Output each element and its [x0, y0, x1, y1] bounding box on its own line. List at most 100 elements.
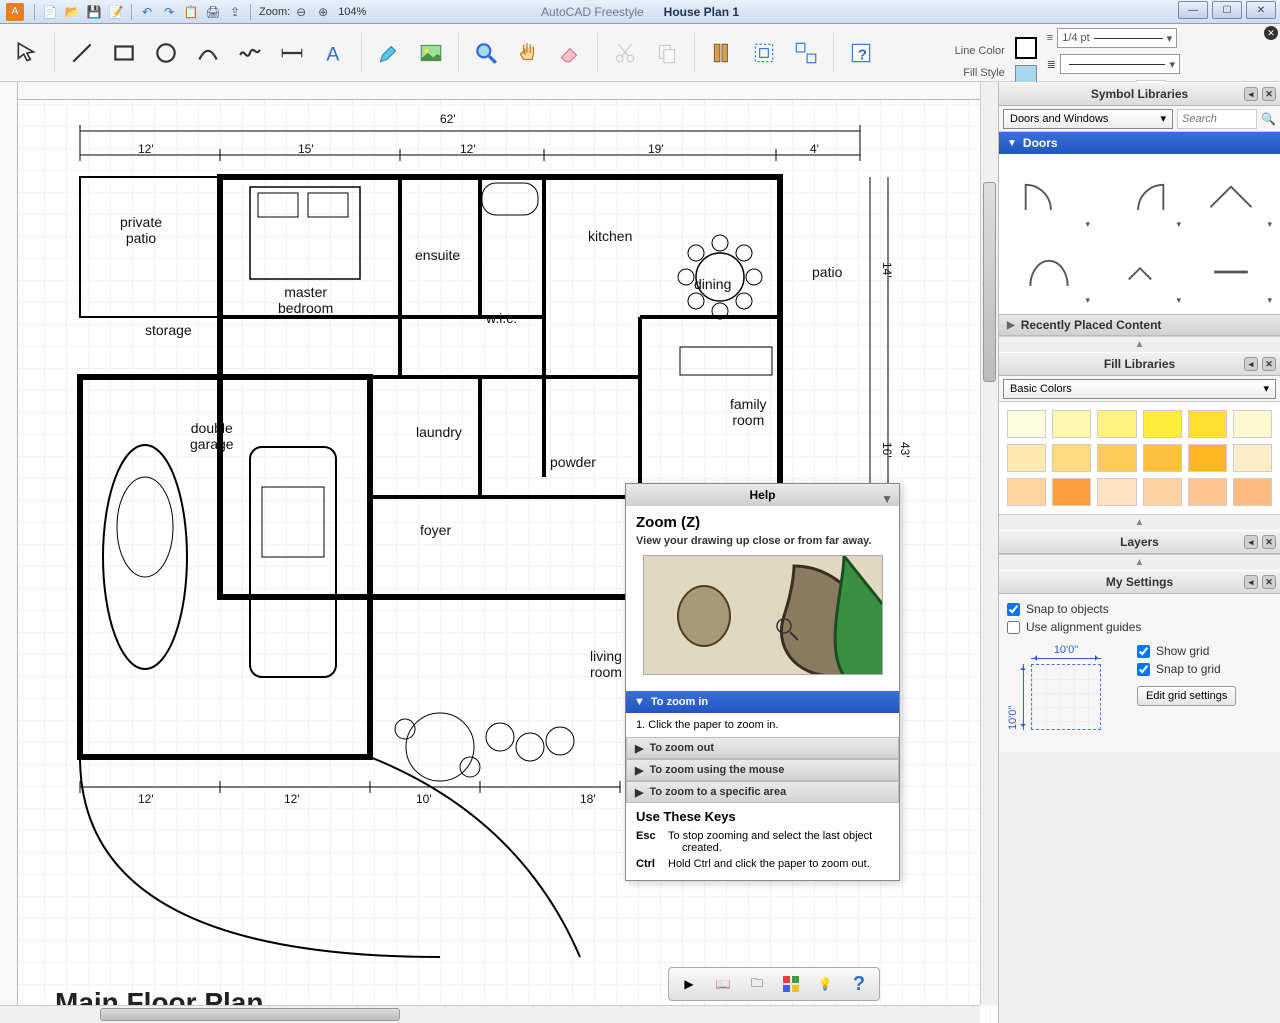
redo-icon[interactable]: ↷ — [160, 3, 178, 21]
rectangle-tool[interactable] — [105, 31, 143, 75]
panel-prev-icon-2[interactable]: ◂ — [1244, 357, 1258, 371]
bottom-bulb-icon[interactable]: 💡 — [813, 972, 837, 996]
maximize-button[interactable]: ☐ — [1212, 1, 1242, 19]
help-title-bar[interactable]: Help▼ — [626, 484, 899, 506]
door-symbol-3[interactable]: ▾ — [1185, 158, 1276, 234]
fill-swatch[interactable] — [1007, 410, 1046, 438]
pan-tool[interactable] — [509, 31, 547, 75]
scrollbar-vertical[interactable] — [980, 82, 998, 1005]
panel-prev-icon[interactable]: ◂ — [1244, 87, 1258, 101]
panel-close-icon[interactable]: ✕ — [1264, 26, 1278, 40]
ungroup-tool[interactable] — [787, 31, 825, 75]
dim-seg-5: 4' — [810, 142, 819, 156]
panel-prev-icon-4[interactable]: ◂ — [1244, 575, 1258, 589]
fill-swatch[interactable] — [1233, 444, 1272, 472]
new-file-icon[interactable]: 📄 — [41, 3, 59, 21]
fill-swatch[interactable] — [1188, 444, 1227, 472]
text-tool[interactable]: A — [315, 31, 353, 75]
fill-swatch[interactable] — [1097, 444, 1136, 472]
fill-swatch[interactable] — [1143, 478, 1182, 506]
select-tool[interactable] — [8, 31, 46, 75]
panel-close-icon-3[interactable]: ✕ — [1262, 535, 1276, 549]
door-symbol-2[interactable]: ▾ — [1094, 158, 1185, 234]
symbol-search-input[interactable] — [1177, 109, 1257, 129]
save-icon[interactable]: 💾 — [85, 3, 103, 21]
export-icon[interactable]: ⇪ — [226, 3, 244, 21]
fill-category-select[interactable]: Basic Colors▾ — [1003, 379, 1276, 399]
door-symbol-1[interactable]: ▾ — [1003, 158, 1094, 234]
panel-close-icon-4[interactable]: ✕ — [1262, 575, 1276, 589]
collapse-up-2[interactable]: ▲ — [999, 514, 1280, 530]
panel-close-icon-2[interactable]: ✕ — [1262, 357, 1276, 371]
fill-swatch[interactable] — [1052, 444, 1091, 472]
image-tool[interactable] — [412, 31, 450, 75]
bottom-book-icon[interactable]: 📖 — [711, 972, 735, 996]
panel-prev-icon-3[interactable]: ◂ — [1244, 535, 1258, 549]
collapse-up-1[interactable]: ▲ — [999, 336, 1280, 352]
help-section-zoom-in[interactable]: ▼To zoom in — [626, 691, 899, 713]
bottom-folder-icon[interactable]: 🗀 — [745, 972, 769, 996]
edit-grid-button[interactable]: Edit grid settings — [1137, 686, 1236, 706]
close-button[interactable]: ✕ — [1246, 1, 1276, 19]
fill-swatch[interactable] — [1188, 478, 1227, 506]
door-symbol-6[interactable]: ▾ — [1185, 234, 1276, 310]
help-tool[interactable]: ? — [842, 31, 880, 75]
help-collapse-icon[interactable]: ▼ — [881, 488, 893, 510]
undo-icon[interactable]: ↶ — [138, 3, 156, 21]
collapse-up-3[interactable]: ▲ — [999, 554, 1280, 570]
snap-objects-checkbox[interactable]: Snap to objects — [1007, 602, 1272, 616]
fill-swatch[interactable] — [1188, 410, 1227, 438]
fill-swatch[interactable] — [1143, 410, 1182, 438]
fill-swatch[interactable] — [1233, 410, 1272, 438]
symbol-category-select[interactable]: Doors and Windows▾ — [1003, 109, 1173, 129]
fill-swatch[interactable] — [1052, 410, 1091, 438]
fill-swatch[interactable] — [1097, 410, 1136, 438]
fill-swatch[interactable] — [1007, 478, 1046, 506]
fill-swatch[interactable] — [1052, 478, 1091, 506]
scrollbar-horizontal[interactable] — [0, 1005, 980, 1023]
help-section-zoom-out[interactable]: ▶To zoom out — [626, 737, 899, 759]
door-symbol-4[interactable]: ▾ — [1003, 234, 1094, 310]
bottom-help-icon[interactable]: ? — [847, 972, 871, 996]
fill-swatch[interactable] — [1097, 478, 1136, 506]
paint-tool[interactable] — [370, 31, 408, 75]
search-icon[interactable]: 🔍 — [1261, 112, 1276, 126]
help-section-zoom-mouse[interactable]: ▶To zoom using the mouse — [626, 759, 899, 781]
zoom-tool[interactable] — [467, 31, 505, 75]
panel-close-icon[interactable]: ✕ — [1262, 87, 1276, 101]
line-weight-select[interactable]: 1/4 pt▾ — [1057, 28, 1177, 48]
alignment-guides-checkbox[interactable]: Use alignment guides — [1007, 620, 1272, 634]
sidebar: Symbol Libraries ◂✕ Doors and Windows▾ 🔍… — [998, 82, 1280, 1023]
line-style-select[interactable]: ▾ — [1060, 54, 1180, 74]
zoom-out-icon[interactable]: ⊖ — [292, 3, 310, 21]
group-tool[interactable] — [745, 31, 783, 75]
line-tool[interactable] — [63, 31, 101, 75]
eraser-tool[interactable] — [551, 31, 589, 75]
paste-icon[interactable]: 📋 — [182, 3, 200, 21]
zoom-in-icon[interactable]: ⊕ — [314, 3, 332, 21]
freehand-tool[interactable] — [231, 31, 269, 75]
help-section-zoom-area[interactable]: ▶To zoom to a specific area — [626, 781, 899, 803]
cut-tool[interactable] — [606, 31, 644, 75]
fill-swatch[interactable] — [1007, 444, 1046, 472]
save-as-icon[interactable]: 📝 — [107, 3, 125, 21]
print-icon[interactable]: 🖨 — [204, 3, 222, 21]
recently-placed-header[interactable]: ▶Recently Placed Content — [999, 314, 1280, 336]
doors-group-header[interactable]: ▼Doors — [999, 132, 1280, 154]
dimension-tool[interactable] — [273, 31, 311, 75]
layers-header[interactable]: Layers ◂✕ — [999, 530, 1280, 554]
bottom-blocks-icon[interactable] — [779, 972, 803, 996]
fill-swatch[interactable] — [1143, 444, 1182, 472]
circle-tool[interactable] — [147, 31, 185, 75]
door-symbol-5[interactable]: ▾ — [1094, 234, 1185, 310]
open-file-icon[interactable]: 📂 — [63, 3, 81, 21]
fill-swatch[interactable] — [1233, 478, 1272, 506]
line-color-swatch[interactable] — [1015, 37, 1037, 59]
minimize-button[interactable]: — — [1178, 1, 1208, 19]
copy-tool[interactable] — [648, 31, 686, 75]
show-grid-checkbox[interactable]: Show grid — [1137, 644, 1236, 658]
arc-tool[interactable] — [189, 31, 227, 75]
library-tool[interactable] — [703, 31, 741, 75]
snap-grid-checkbox[interactable]: Snap to grid — [1137, 662, 1236, 676]
bottom-play-icon[interactable]: ▶ — [677, 972, 701, 996]
